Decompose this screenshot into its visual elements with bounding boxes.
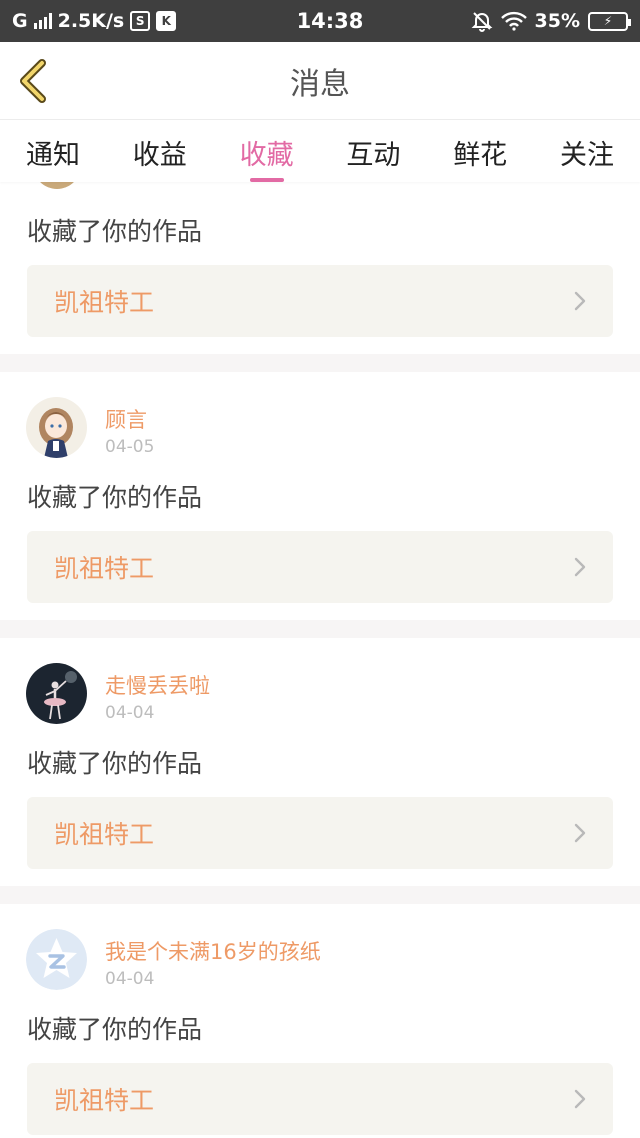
message-date: 04-05 — [105, 437, 155, 457]
tab-following[interactable]: 关注 — [560, 131, 614, 172]
wifi-icon — [500, 11, 527, 31]
k-app-icon: K — [156, 11, 177, 31]
work-link[interactable]: 凯祖特工 — [27, 265, 613, 337]
user-name[interactable]: 走慢丢丢啦 — [105, 670, 210, 700]
work-title: 凯祖特工 — [54, 820, 155, 849]
list-item: 我是个未满16岁的孩纸 04-04 收藏了你的作品 凯祖特工 — [0, 904, 640, 1138]
chevron-right-icon — [574, 823, 586, 843]
status-bar: G 2.5K/s S K 14:38 35% ⚡ — [0, 0, 640, 42]
work-link[interactable]: 凯祖特工 — [27, 531, 613, 603]
list-item: 顾言 04-05 收藏了你的作品 凯祖特工 — [0, 372, 640, 620]
action-text: 收藏了你的作品 — [27, 483, 203, 512]
divider — [0, 620, 640, 638]
network-speed: 2.5K/s — [57, 10, 125, 32]
tab-notifications[interactable]: 通知 — [26, 131, 80, 172]
user-name[interactable]: 顾言 — [105, 404, 147, 434]
s-app-icon: S — [130, 11, 151, 31]
message-date: 04-04 — [105, 969, 155, 989]
page-title: 消息 — [290, 66, 350, 102]
avatar[interactable] — [32, 182, 82, 190]
work-link[interactable]: 凯祖特工 — [27, 1063, 613, 1135]
action-text: 收藏了你的作品 — [27, 1015, 203, 1044]
action-text: 收藏了你的作品 — [27, 217, 203, 246]
battery-icon: ⚡ — [588, 11, 631, 31]
clock: 14:38 — [296, 9, 364, 33]
work-link[interactable]: 凯祖特工 — [27, 797, 613, 869]
list-item: 收藏了你的作品 凯祖特工 — [0, 182, 640, 354]
chevron-right-icon — [574, 291, 586, 311]
battery-percent: 35% — [534, 10, 580, 32]
tab-earnings[interactable]: 收益 — [133, 131, 187, 172]
mute-bell-icon — [471, 12, 492, 32]
user-name[interactable]: 我是个未满16岁的孩纸 — [105, 936, 321, 966]
chevron-right-icon — [574, 1089, 586, 1109]
list-item: 走慢丢丢啦 04-04 收藏了你的作品 凯祖特工 — [0, 638, 640, 886]
tab-favorites[interactable]: 收藏 — [240, 131, 294, 172]
work-title: 凯祖特工 — [54, 1086, 155, 1115]
work-title: 凯祖特工 — [54, 554, 155, 583]
header-bar: 消息 — [0, 42, 640, 120]
signal-icon — [33, 13, 52, 29]
default-star-avatar[interactable] — [26, 929, 87, 990]
divider — [0, 886, 640, 904]
tab-flowers[interactable]: 鲜花 — [453, 131, 507, 172]
message-date: 04-04 — [105, 703, 155, 723]
ballerina-avatar[interactable] — [26, 663, 87, 724]
work-title: 凯祖特工 — [54, 288, 155, 317]
message-list[interactable]: 收藏了你的作品 凯祖特工 顾言 04-05 收藏了你的作品 凯祖特工 走慢丢丢啦… — [0, 182, 640, 1138]
tab-bar: 通知 收益 收藏 互动 鲜花 关注 — [0, 120, 640, 182]
anime-girl-avatar[interactable] — [26, 397, 87, 458]
tab-interactions[interactable]: 互动 — [346, 131, 400, 172]
divider — [0, 354, 640, 372]
back-arrow-icon[interactable] — [14, 58, 54, 104]
carrier-label: G — [12, 10, 28, 32]
chevron-right-icon — [574, 557, 586, 577]
action-text: 收藏了你的作品 — [27, 749, 203, 778]
